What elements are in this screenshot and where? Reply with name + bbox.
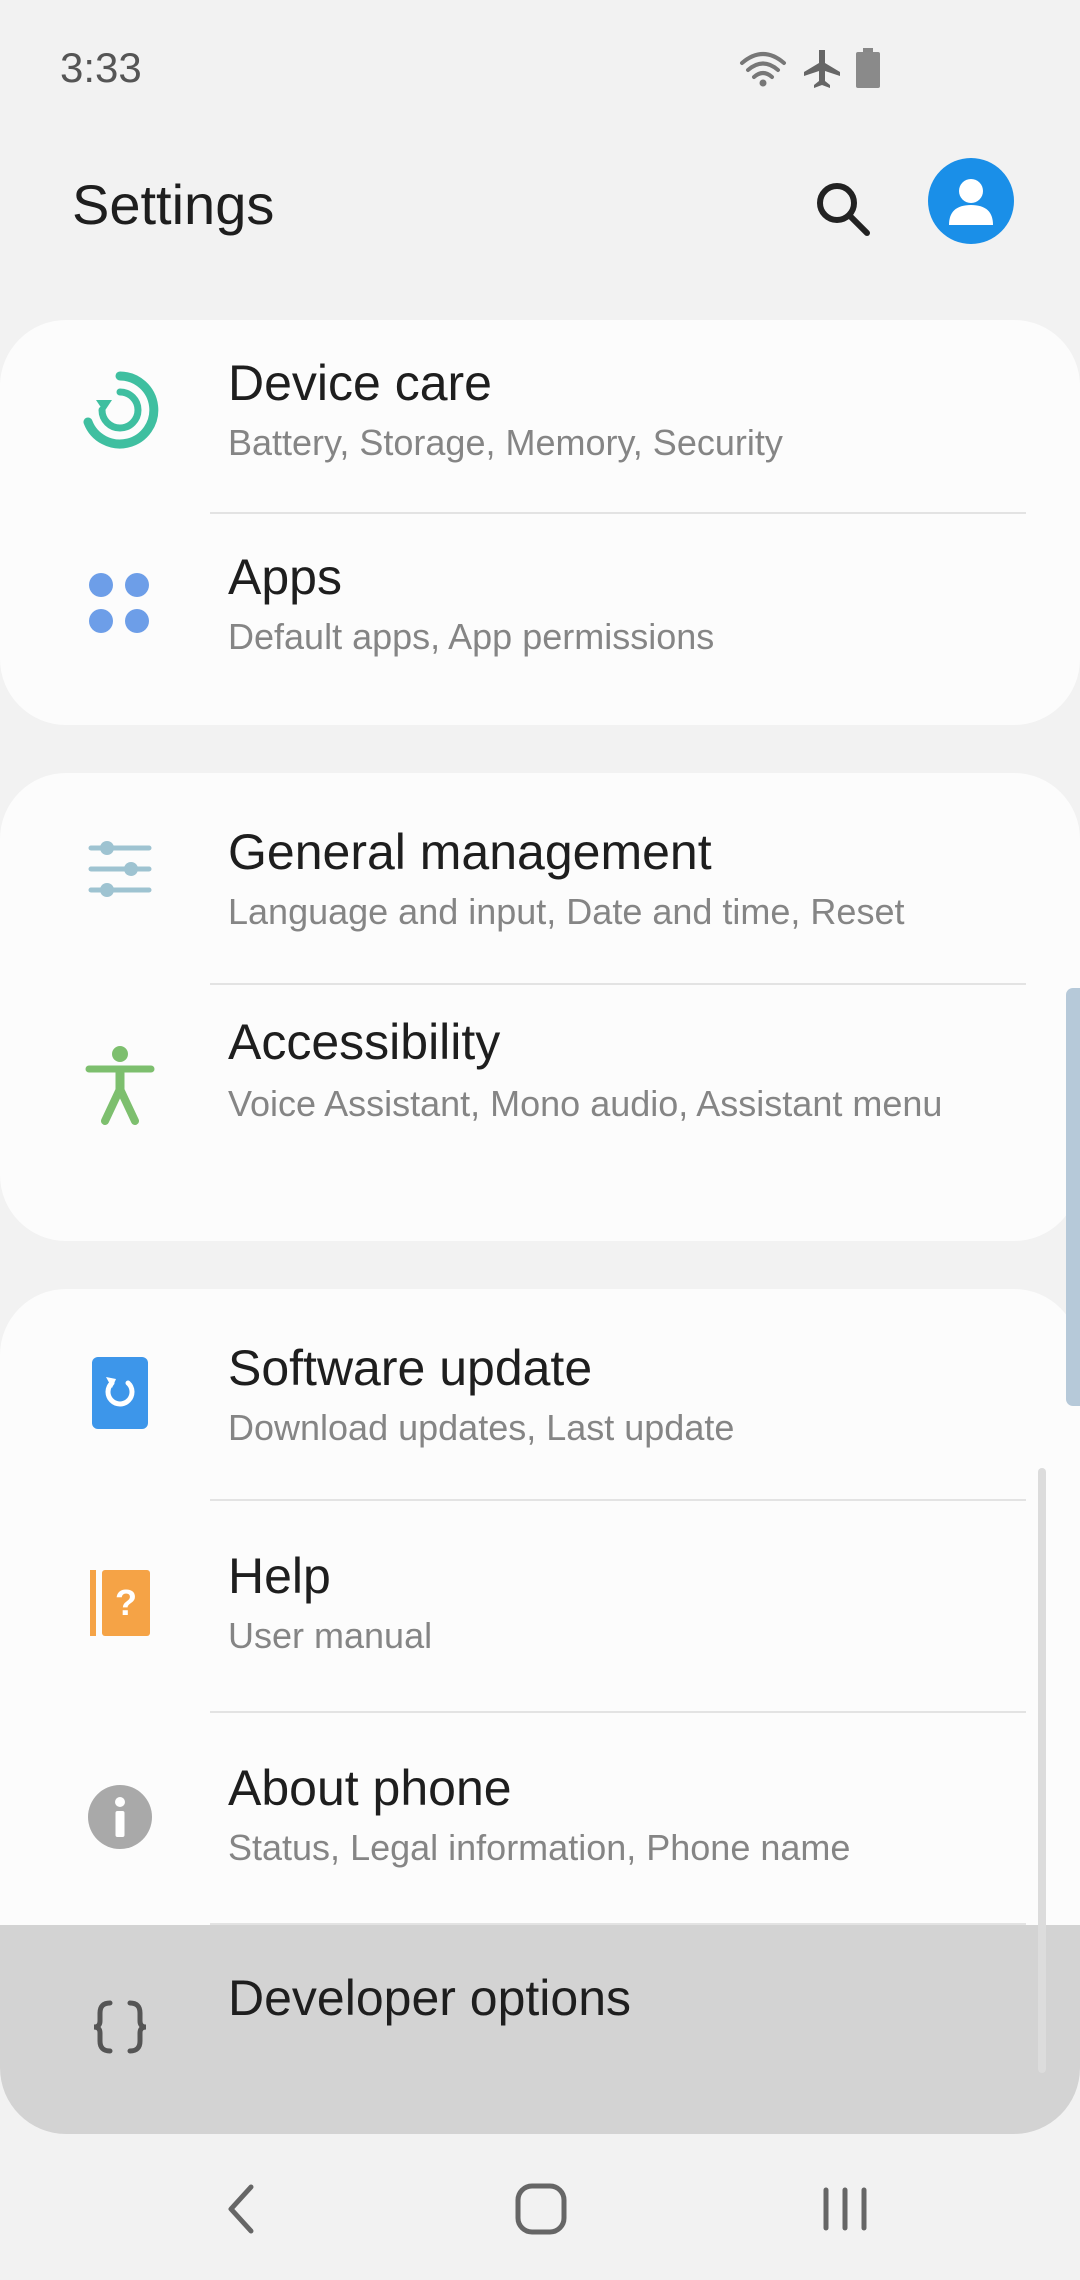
device-care-icon (83, 371, 159, 449)
item-subtitle: Voice Assistant, Mono audio, Assistant m… (228, 1083, 943, 1124)
item-title: Accessibility (228, 1014, 501, 1070)
recents-icon (823, 2187, 867, 2231)
settings-item-help[interactable]: ? Help User manual (0, 1501, 1080, 1711)
settings-item-developer-options[interactable]: Developer options (0, 1925, 1080, 2134)
battery-icon (856, 48, 880, 88)
status-icons (738, 48, 880, 88)
search-icon (817, 183, 870, 236)
airplane-icon (804, 50, 840, 88)
item-title: General management (228, 824, 712, 880)
navigation-bar (0, 2134, 1080, 2280)
item-subtitle: Language and input, Date and time, Reset (228, 891, 905, 932)
item-title: Developer options (228, 1970, 632, 2026)
item-subtitle: Default apps, App permissions (228, 616, 715, 657)
info-icon (88, 1785, 152, 1849)
status-bar: 3:33 (0, 0, 1080, 140)
help-icon: ? (90, 1570, 150, 1636)
item-title: About phone (228, 1760, 512, 1816)
svg-text:?: ? (115, 1582, 137, 1623)
search-button[interactable] (800, 166, 884, 250)
accessibility-icon (85, 1046, 155, 1125)
settings-item-general-management[interactable]: General management Language and input, D… (0, 773, 1080, 983)
apps-icon (89, 573, 149, 633)
account-avatar-button[interactable] (928, 158, 1014, 244)
item-subtitle: User manual (228, 1615, 433, 1656)
item-title: Help (228, 1548, 331, 1604)
back-icon (228, 2184, 254, 2234)
home-button[interactable] (496, 2164, 586, 2254)
sliders-icon (88, 841, 152, 897)
settings-item-about-phone[interactable]: About phone Status, Legal information, P… (0, 1713, 1080, 1923)
recents-button[interactable] (800, 2164, 890, 2254)
settings-item-device-care[interactable]: Device care Battery, Storage, Memory, Se… (0, 320, 1080, 512)
settings-item-software-update[interactable]: Software update Download updates, Last u… (0, 1289, 1080, 1499)
developer-braces-icon (93, 2000, 147, 2054)
item-subtitle: Download updates, Last update (228, 1407, 735, 1448)
settings-item-accessibility[interactable]: Accessibility Voice Assistant, Mono audi… (0, 985, 1080, 1241)
settings-card-3: Software update Download updates, Last u… (0, 1289, 1080, 2134)
item-title: Software update (228, 1340, 593, 1396)
item-subtitle: Status, Legal information, Phone name (228, 1827, 851, 1868)
page-title: Settings (72, 173, 275, 236)
app-header: Settings (0, 140, 1080, 270)
home-icon (515, 2183, 567, 2235)
settings-card-2: General management Language and input, D… (0, 773, 1080, 1241)
status-time: 3:33 (60, 44, 142, 91)
edge-scroll-indicator[interactable] (1066, 988, 1080, 1406)
settings-card-1: Device care Battery, Storage, Memory, Se… (0, 320, 1080, 725)
item-subtitle: Battery, Storage, Memory, Security (228, 422, 783, 463)
scrollbar[interactable] (1038, 1468, 1046, 2073)
settings-item-apps[interactable]: Apps Default apps, App permissions (0, 514, 1080, 725)
wifi-icon (740, 52, 786, 87)
settings-screen: 3:33 Settings Device care Battery, Stora… (0, 0, 1080, 2280)
software-update-icon (92, 1357, 148, 1429)
item-title: Device care (228, 355, 492, 411)
account-icon (949, 179, 993, 225)
back-button[interactable] (196, 2164, 286, 2254)
item-title: Apps (228, 549, 342, 605)
